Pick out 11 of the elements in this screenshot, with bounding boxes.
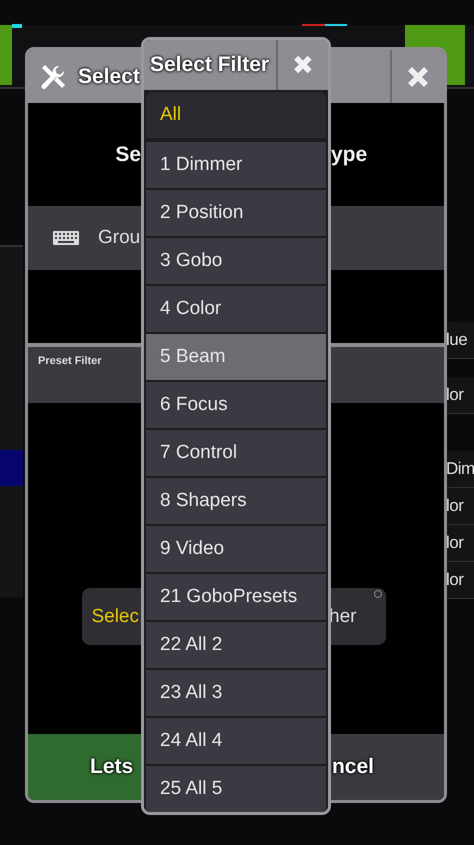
table-cell: Dim [446, 451, 474, 488]
table-cell: lor [446, 377, 474, 414]
dialog-heading: ype [331, 144, 368, 165]
table-cell: lor [446, 525, 474, 562]
table-cell: lor [446, 488, 474, 525]
table-cell: lue [446, 322, 474, 359]
table-cell: lor [446, 562, 474, 599]
preset-filter-label: Preset Filter [38, 355, 102, 367]
dialog-heading: Se [115, 144, 141, 165]
popup-title: Select Filter [149, 53, 270, 77]
dialog-title: Select [78, 64, 140, 88]
